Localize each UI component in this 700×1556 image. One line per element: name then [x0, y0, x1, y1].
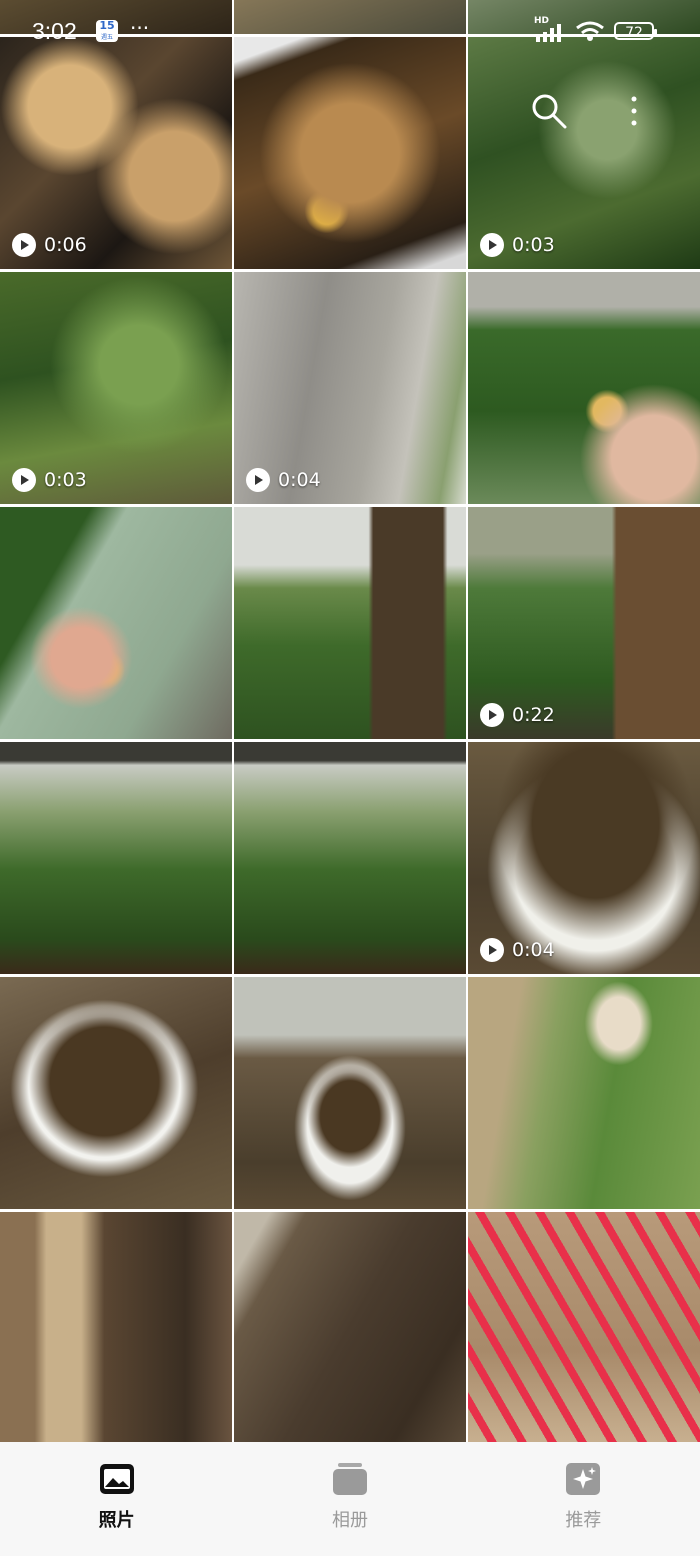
video-duration-badge: 0:06: [12, 233, 87, 257]
thumbnail[interactable]: [0, 507, 232, 739]
tab-recommend[interactable]: 推荐: [503, 1442, 663, 1532]
photo-grid: 0:06 0:03 0:03 0:04 0:22 0:04: [0, 0, 700, 1442]
thumbnail[interactable]: 0:04: [234, 272, 466, 504]
play-icon: [12, 468, 36, 492]
video-duration-badge: 0:03: [480, 233, 555, 257]
thumbnail[interactable]: [0, 742, 232, 974]
thumbnail[interactable]: [468, 1212, 700, 1442]
tab-recommend-label: 推荐: [565, 1510, 602, 1531]
thumbnail[interactable]: [468, 977, 700, 1209]
thumbnail[interactable]: [0, 977, 232, 1209]
play-icon: [12, 233, 36, 257]
thumbnail[interactable]: [234, 1212, 466, 1442]
play-icon: [246, 468, 270, 492]
thumbnail[interactable]: [468, 272, 700, 504]
thumbnail[interactable]: 0:06: [0, 37, 232, 269]
tab-albums[interactable]: 相册: [270, 1442, 430, 1532]
thumbnail[interactable]: 0:22: [468, 507, 700, 739]
video-duration-badge: 0:22: [480, 703, 555, 727]
thumbnail[interactable]: [234, 742, 466, 974]
play-icon: [480, 703, 504, 727]
play-icon: [480, 938, 504, 962]
tab-albums-label: 相册: [331, 1510, 368, 1531]
thumbnail[interactable]: [234, 37, 466, 269]
thumbnail[interactable]: [234, 0, 466, 34]
tab-photos-label: 照片: [98, 1510, 135, 1531]
video-duration-badge: 0:04: [246, 468, 321, 492]
more-options-icon[interactable]: [626, 94, 642, 128]
play-icon: [480, 233, 504, 257]
thumbnail[interactable]: [0, 1212, 232, 1442]
thumbnail[interactable]: [234, 507, 466, 739]
thumbnail[interactable]: [468, 0, 700, 34]
bottom-navigation: 照片 相册 推荐: [0, 1442, 700, 1556]
thumbnail[interactable]: [0, 0, 232, 34]
tab-photos[interactable]: 照片: [37, 1442, 197, 1532]
search-icon[interactable]: [530, 92, 568, 130]
video-duration-badge: 0:03: [12, 468, 87, 492]
album-icon: [332, 1463, 367, 1495]
video-duration-badge: 0:04: [480, 938, 555, 962]
thumbnail[interactable]: 0:04: [468, 742, 700, 974]
thumbnail[interactable]: 0:03: [0, 272, 232, 504]
thumbnail[interactable]: [234, 977, 466, 1209]
sparkle-icon: [566, 1463, 601, 1495]
photo-icon: [99, 1464, 134, 1494]
thumbnail[interactable]: 0:03: [468, 37, 700, 269]
